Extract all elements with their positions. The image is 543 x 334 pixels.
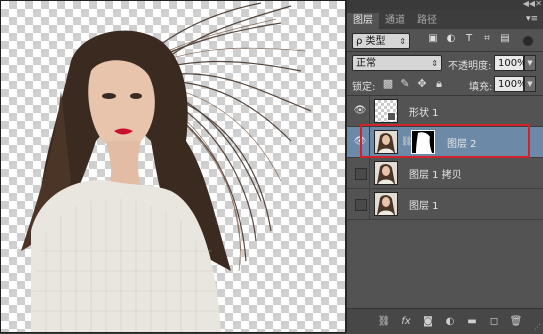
layer-name[interactable]: 图层 1 拷贝 (409, 166, 462, 181)
document-canvas[interactable] (1, 1, 345, 332)
opacity-input[interactable]: 100% (494, 55, 527, 71)
chevron-down-icon: ⇕ (431, 59, 438, 68)
collapse-icon[interactable]: ◀◀ (523, 0, 535, 8)
separator (369, 189, 370, 219)
delete-layer-icon[interactable]: 🗑︎ (509, 315, 523, 329)
filter-shape-icon[interactable]: ⌗ (481, 33, 493, 45)
fill-dropdown-icon[interactable]: ▼ (524, 76, 536, 92)
link-layers-icon[interactable]: ⛓︎ (377, 315, 391, 329)
filter-type-icon[interactable]: T (463, 33, 475, 45)
fill-input[interactable]: 100% (494, 76, 527, 92)
layer-thumbnail[interactable] (374, 99, 398, 123)
panel-title-bar: ◀◀ ✕ (347, 0, 543, 10)
portrait-image (21, 2, 312, 332)
layer-thumbnail[interactable] (374, 192, 398, 216)
panel-tabs: 图层 通道 路径 ▾≡ (347, 10, 543, 29)
layer-row-layer-1-copy[interactable]: 图层 1 拷贝 (347, 158, 543, 189)
layers-panel: ◀◀ ✕ 图层 通道 路径 ▾≡ ρ 类型 ⇕ ▣ ◐ T ⌗ ▤ 正常 ⇕ 不… (347, 0, 543, 334)
fill-label: 填充: (469, 82, 493, 93)
layer-name[interactable]: 形状 1 (409, 104, 439, 119)
lock-move-icon[interactable]: ✥ (416, 78, 428, 90)
separator (369, 158, 370, 188)
close-icon[interactable]: ✕ (535, 0, 542, 8)
blend-mode-value: 正常 (356, 58, 376, 69)
layer-name[interactable]: 图层 1 (409, 197, 439, 212)
filter-kind-label: ρ 类型 (356, 36, 386, 47)
layer-thumbnail[interactable] (374, 161, 398, 185)
tab-paths[interactable]: 路径 (411, 13, 443, 29)
adjustment-layer-icon[interactable]: ◐ (443, 315, 457, 329)
blend-row: 正常 ⇕ 不透明度: 100% ▼ (347, 53, 543, 73)
layers-bottom-toolbar: ⛓︎ fx ◙ ◐ ▬ ◻ 🗑︎ ⋰ (347, 308, 543, 334)
lock-label: 锁定: (352, 82, 376, 93)
lock-brush-icon[interactable]: ✎ (399, 78, 411, 90)
filter-row: ρ 类型 ⇕ ▣ ◐ T ⌗ ▤ (347, 31, 543, 51)
visibility-toggle-empty[interactable] (355, 168, 367, 180)
shape-layer-badge-icon (387, 112, 396, 121)
layer-row-layer-1[interactable]: 图层 1 (347, 189, 543, 220)
lock-all-icon[interactable]: 🔒︎ (433, 78, 445, 90)
new-layer-icon[interactable]: ◻ (487, 315, 501, 329)
add-mask-icon[interactable]: ◙ (421, 315, 435, 329)
filter-pixel-icon[interactable]: ▣ (427, 33, 439, 45)
filter-kind-select[interactable]: ρ 类型 ⇕ (352, 33, 410, 49)
tab-channels[interactable]: 通道 (379, 13, 411, 29)
portrait-thumbnail-icon (375, 193, 397, 215)
panel-menu-icon[interactable]: ▾≡ (526, 14, 538, 24)
chevron-down-icon: ⇕ (399, 37, 406, 46)
filter-adjustment-icon[interactable]: ◐ (445, 33, 457, 45)
opacity-label: 不透明度: (448, 61, 492, 72)
opacity-dropdown-icon[interactable]: ▼ (524, 55, 536, 71)
separator (347, 51, 543, 52)
new-group-icon[interactable]: ▬ (465, 315, 479, 329)
lock-transparent-icon[interactable]: ▩ (382, 78, 394, 90)
fx-icon[interactable]: fx (399, 315, 413, 329)
filter-smart-object-icon[interactable]: ▤ (499, 33, 511, 45)
portrait-thumbnail-icon (375, 162, 397, 184)
layer-row-shape-1[interactable]: 👁︎ 形状 1 (347, 96, 543, 127)
blend-mode-select[interactable]: 正常 ⇕ (352, 55, 442, 71)
selection-highlight-annotation (360, 124, 530, 158)
filter-toggle-icon[interactable] (523, 36, 533, 46)
resize-grip-icon[interactable]: ⋰ (534, 323, 541, 331)
visibility-eye-icon[interactable]: 👁︎ (352, 103, 368, 119)
separator (369, 96, 370, 126)
visibility-toggle-empty[interactable] (355, 199, 367, 211)
tab-layers[interactable]: 图层 (347, 13, 379, 29)
